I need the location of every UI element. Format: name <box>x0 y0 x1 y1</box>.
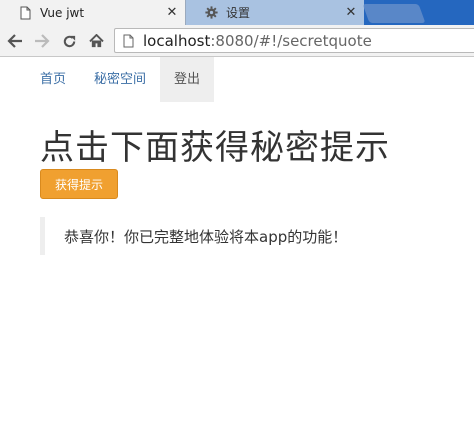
top-nav: 首页 秘密空间 登出 <box>26 57 215 102</box>
nav-item-secret-space[interactable]: 秘密空间 <box>80 57 160 102</box>
nav-item-home[interactable]: 首页 <box>26 57 80 102</box>
document-icon <box>18 5 32 21</box>
tab-strip: Vue jwt ✕ 设置 ✕ <box>0 0 474 25</box>
back-icon[interactable] <box>4 30 26 52</box>
home-icon[interactable] <box>85 30 107 52</box>
forward-icon[interactable] <box>31 30 53 52</box>
url-text: localhost:8080/#!/secretquote <box>143 32 372 50</box>
page-content: 首页 秘密空间 登出 点击下面获得秘密提示 获得提示 恭喜你！你已完整地体验将本… <box>0 57 474 432</box>
new-tab-button[interactable] <box>362 4 426 23</box>
secret-quote: 恭喜你！你已完整地体验将本app的功能！ <box>40 217 370 255</box>
page-info-icon[interactable] <box>123 33 137 49</box>
tab-title: Vue jwt <box>40 5 85 20</box>
browser-chrome: Vue jwt ✕ 设置 ✕ localhost:8080/#!/secretq… <box>0 0 474 57</box>
get-quote-button[interactable]: 获得提示 <box>40 169 118 199</box>
tab-settings[interactable]: 设置 ✕ <box>186 0 364 25</box>
tab-title: 设置 <box>226 6 251 20</box>
reload-icon[interactable] <box>58 30 80 52</box>
gear-icon <box>204 5 218 21</box>
url-host: localhost <box>143 31 211 50</box>
tab-vue-jwt[interactable]: Vue jwt ✕ <box>0 0 186 25</box>
url-path: :8080/#!/secretquote <box>210 31 372 50</box>
close-tab-icon[interactable]: ✕ <box>342 4 360 22</box>
address-bar[interactable]: localhost:8080/#!/secretquote <box>114 28 474 53</box>
close-tab-icon[interactable]: ✕ <box>163 4 181 22</box>
page-title: 点击下面获得秘密提示 <box>40 128 390 168</box>
browser-toolbar: localhost:8080/#!/secretquote <box>0 25 474 57</box>
quote-text: 恭喜你！你已完整地体验将本app的功能！ <box>64 227 348 246</box>
nav-item-logout[interactable]: 登出 <box>160 57 215 102</box>
